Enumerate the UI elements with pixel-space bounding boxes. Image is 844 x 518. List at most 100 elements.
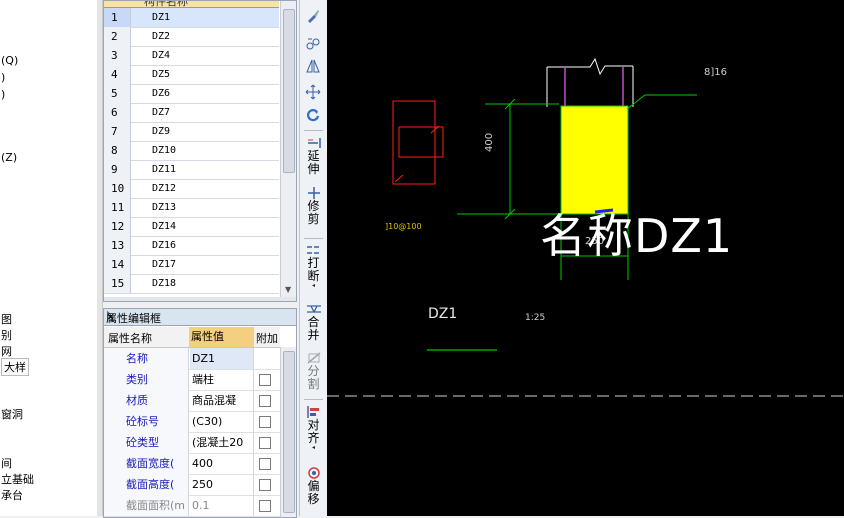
component-row[interactable]: 10 DZ12 (104, 179, 279, 199)
plan-column-outline (398, 126, 444, 158)
row-number: 8 (104, 141, 131, 160)
property-row: 砼类型 (混凝土20 (104, 432, 280, 454)
row-number: 7 (104, 122, 131, 141)
align-button[interactable]: 对 齐 ◂ (300, 405, 327, 451)
property-value-field[interactable]: (混凝土20 (190, 432, 254, 453)
tree-item[interactable]: 窗洞 (1, 406, 23, 422)
property-value-field[interactable]: 0.1 (190, 495, 254, 516)
extra-checkbox[interactable] (259, 437, 271, 449)
move-icon[interactable] (305, 84, 321, 100)
scrollbar-thumb[interactable] (283, 351, 295, 513)
tree-item[interactable]: ) (1, 88, 5, 101)
property-value-field[interactable]: 商品混凝 (190, 390, 254, 411)
component-row[interactable]: 6 DZ7 (104, 103, 279, 123)
tree-item[interactable]: 承台 (1, 487, 23, 503)
dropdown-arrow-icon[interactable]: ◂ (300, 445, 327, 451)
row-number: 13 (104, 236, 131, 255)
toolbar-separator (304, 238, 323, 239)
component-name: DZ10 (152, 145, 177, 156)
tree-item[interactable]: 间 (1, 455, 12, 471)
property-name: 砼标号 (104, 411, 189, 432)
trim-button[interactable]: 修 剪 (300, 186, 327, 226)
property-name: 砼类型 (104, 432, 189, 453)
scroll-down-arrow-icon[interactable]: ▼ (285, 285, 291, 294)
component-name: DZ11 (152, 164, 177, 175)
property-row: 截面面积(m 0.1 (104, 495, 280, 517)
brush-icon[interactable] (305, 8, 321, 24)
extend-button[interactable]: 延 伸 (300, 136, 327, 176)
extra-checkbox[interactable] (259, 374, 271, 386)
component-row[interactable]: 2 DZ2 (104, 27, 279, 47)
tree-item[interactable]: (Z) (1, 151, 17, 164)
component-row[interactable]: 1 DZ1 (104, 8, 279, 28)
offset-button[interactable]: 偏 移 (300, 466, 327, 506)
cad-drawing-canvas[interactable]: 8]16 400 250 ]10@100 DZ1 1:25 名称DZ1 (327, 0, 844, 516)
list-bottom-edge (104, 297, 296, 301)
property-scrollbar[interactable] (280, 347, 296, 517)
rotate-icon[interactable] (305, 107, 321, 123)
component-row[interactable]: 4 DZ5 (104, 65, 279, 85)
component-row[interactable]: 8 DZ10 (104, 141, 279, 161)
mirror-icon[interactable] (305, 58, 321, 74)
component-row[interactable]: 9 DZ11 (104, 160, 279, 180)
component-row[interactable]: 15 DZ18 (104, 274, 279, 294)
extra-checkbox[interactable] (259, 479, 271, 491)
close-icon[interactable]: × (106, 310, 115, 323)
component-row[interactable]: 12 DZ14 (104, 217, 279, 237)
list-header: 构件名称 (104, 1, 279, 8)
property-name: 名称 (104, 348, 189, 369)
property-value-field[interactable]: 端柱 (190, 369, 254, 390)
split-button[interactable]: 分 割 (300, 351, 327, 391)
property-name: 截面高度( (104, 474, 189, 495)
tree-item[interactable]: 别 (1, 327, 12, 343)
extra-checkbox[interactable] (259, 395, 271, 407)
tree-item[interactable]: (Q) (1, 54, 18, 67)
tree-item[interactable]: 立基础 (1, 471, 34, 487)
scrollbar-thumb[interactable] (283, 9, 295, 173)
tree-item-detail-selected[interactable]: 大样 (1, 358, 29, 376)
break-button[interactable]: 打 断 ◂ (300, 243, 327, 289)
column-header-property-name: 属性名称 (108, 332, 152, 345)
property-name: 截面宽度( (104, 453, 189, 474)
extra-checkbox[interactable] (259, 416, 271, 428)
offset-label: 移 (307, 492, 320, 506)
property-value-field[interactable]: 250 (190, 474, 254, 495)
list-scrollbar[interactable]: ▼ (280, 1, 296, 297)
component-row[interactable]: 3 DZ4 (104, 46, 279, 66)
tree-item[interactable]: 图 (1, 311, 12, 327)
property-panel-titlebar: 属性编辑框 ᚢ × (104, 309, 296, 326)
row-number: 9 (104, 160, 131, 179)
column-header-extra: 附加 (256, 332, 278, 345)
component-row[interactable]: 13 DZ16 (104, 236, 279, 256)
extra-checkbox[interactable] (259, 500, 271, 512)
align-icon (306, 406, 319, 418)
extra-checkbox[interactable] (259, 458, 271, 470)
extend-icon (307, 138, 321, 148)
property-name: 类别 (104, 369, 189, 390)
tree-item[interactable]: ) (1, 71, 5, 84)
stirrup-annotation: ]10@100 (385, 222, 422, 231)
extend-label: 伸 (307, 162, 320, 176)
component-row[interactable]: 7 DZ9 (104, 122, 279, 142)
merge-label: 并 (307, 328, 320, 342)
split-icon (307, 352, 320, 364)
property-value-field[interactable]: DZ1 (190, 348, 254, 369)
property-row: 名称 DZ1 (104, 348, 280, 370)
row-number: 12 (104, 217, 131, 236)
tree-item[interactable]: 网 (1, 343, 12, 359)
component-name: DZ2 (152, 31, 171, 42)
component-row[interactable]: 5 DZ6 (104, 84, 279, 104)
property-value-field[interactable]: 400 (190, 453, 254, 474)
property-row: 截面高度(250 (104, 474, 280, 496)
dropdown-arrow-icon[interactable]: ◂ (300, 283, 327, 289)
split-label: 割 (307, 377, 320, 391)
edit-toolbar: 延 伸 修 剪 打 断 ◂ 合 并 分 割 对 齐 ◂ 偏 移 (299, 0, 328, 516)
copy-icon[interactable] (305, 36, 321, 52)
merge-button[interactable]: 合 并 (300, 302, 327, 342)
height-dimension (457, 103, 559, 215)
component-row[interactable]: 14 DZ17 (104, 255, 279, 275)
property-name: 截面面积(m (104, 495, 189, 516)
component-row[interactable]: 11 DZ13 (104, 198, 279, 218)
column-extension-lines (546, 66, 634, 107)
property-value-field[interactable]: (C30) (190, 411, 254, 432)
